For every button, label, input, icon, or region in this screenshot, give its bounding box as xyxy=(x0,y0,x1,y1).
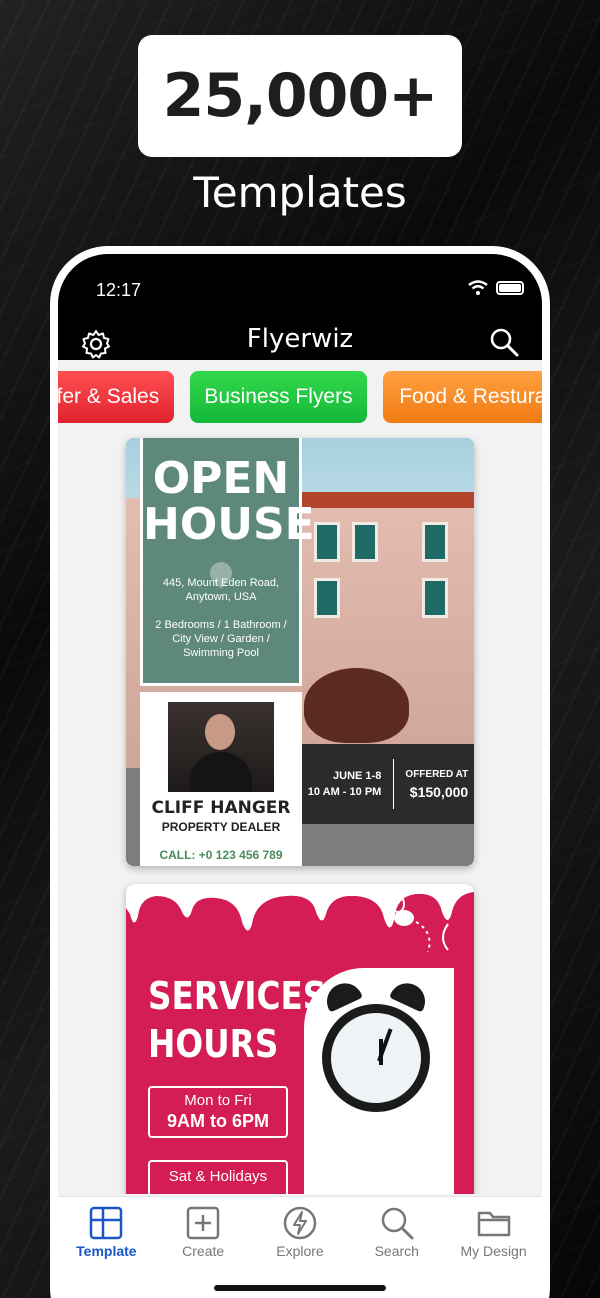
wifi-icon xyxy=(468,280,488,295)
category-chips: Offer & Sales Business Flyers Food & Res… xyxy=(58,371,542,423)
window-image xyxy=(314,522,340,562)
agent-panel: CLIFF HANGER PROPERTY DEALER CALL: +0 12… xyxy=(140,692,302,866)
window-image xyxy=(314,578,340,618)
category-chip-offer-sales[interactable]: Offer & Sales xyxy=(58,371,174,423)
agent-call: CALL: +0 123 456 789 xyxy=(159,848,283,862)
weekday-label: Mon to Fri xyxy=(184,1092,252,1109)
app-screen: 12:17 Flyerwiz fer & Sales Business Flye… xyxy=(58,254,542,1298)
app-title: Flyerwiz xyxy=(246,324,354,354)
open-house-panel: OPEN HOUSE 445, Mount Eden Road, Anytown… xyxy=(140,438,315,686)
open-house-features-3: Swimming Pool xyxy=(183,647,259,659)
status-time: 12:17 xyxy=(96,280,142,300)
services-title: SERVICES HOURS xyxy=(148,972,326,1068)
nav-label-search: Search xyxy=(374,1243,419,1259)
open-house-hours: 10 AM - 10 PM xyxy=(307,786,382,798)
open-house-title-1: OPEN xyxy=(152,453,290,504)
nav-item-template[interactable]: Template xyxy=(58,1205,154,1298)
app-header: 12:17 Flyerwiz xyxy=(58,254,542,360)
services-title-1: SERVICES xyxy=(148,974,327,1018)
weekday-hours-box: Mon to Fri 9AM to 6PM xyxy=(148,1086,288,1138)
bottom-nav: Template Create Explore Search My Design xyxy=(58,1196,542,1298)
nav-label-my-design: My Design xyxy=(460,1243,527,1259)
search-icon xyxy=(381,1207,414,1240)
promo-headline-box: 25,000+ xyxy=(138,35,462,157)
open-house-features-2: City View / Garden / xyxy=(172,633,270,645)
open-house-address-2: Anytown, USA xyxy=(185,591,257,603)
plus-square-icon xyxy=(186,1206,220,1240)
category-chip-food-restaurant[interactable]: Food & Resturant xyxy=(383,371,542,423)
open-house-info-bar: JUNE 1-8 10 AM - 10 PM OFFERED AT $150,0… xyxy=(302,744,474,824)
window-image xyxy=(422,522,448,562)
window-image xyxy=(352,522,378,562)
services-title-2: HOURS xyxy=(148,1022,279,1066)
nav-item-my-design[interactable]: My Design xyxy=(446,1205,542,1298)
weekend-hours-box: Sat & Holidays xyxy=(148,1160,288,1194)
template-card-services-hours[interactable]: SERVICES HOURS Mon to Fri 9AM to 6PM Sat… xyxy=(126,884,474,1194)
tree-image xyxy=(304,668,409,743)
open-house-date: JUNE 1-8 xyxy=(333,770,382,782)
status-icons xyxy=(468,280,524,296)
agent-name: CLIFF HANGER xyxy=(151,798,291,818)
open-house-features-1: 2 Bedrooms / 1 Bathroom / xyxy=(155,619,287,631)
search-icon[interactable] xyxy=(488,326,520,363)
folder-icon xyxy=(477,1211,510,1237)
template-card-open-house[interactable]: OPEN HOUSE 445, Mount Eden Road, Anytown… xyxy=(126,438,474,866)
battery-icon xyxy=(496,281,524,295)
nav-label-create: Create xyxy=(182,1243,225,1259)
agent-role: PROPERTY DEALER xyxy=(161,820,281,834)
nav-label-explore: Explore xyxy=(276,1243,324,1259)
open-house-title-2: HOUSE xyxy=(143,499,315,550)
window-image xyxy=(422,578,448,618)
promo-subheadline: Templates xyxy=(193,168,407,217)
offered-price: $150,000 xyxy=(409,783,469,800)
agent-photo xyxy=(168,702,274,792)
weekend-label: Sat & Holidays xyxy=(168,1168,268,1185)
roof-image xyxy=(296,492,474,508)
divider xyxy=(392,759,394,809)
alarm-clock-icon xyxy=(322,1004,430,1112)
lightning-icon xyxy=(283,1206,317,1240)
template-grid-icon xyxy=(90,1206,123,1240)
phone-frame: 12:17 Flyerwiz fer & Sales Business Flye… xyxy=(50,246,550,1298)
nav-label-template: Template xyxy=(76,1243,137,1259)
promo-headline: 25,000+ xyxy=(162,61,439,131)
home-indicator[interactable] xyxy=(214,1285,386,1291)
category-chip-business-flyers[interactable]: Business Flyers xyxy=(190,371,367,423)
bee-icon xyxy=(391,895,449,953)
weekday-hours: 9AM to 6PM xyxy=(166,1111,269,1131)
offered-label: OFFERED AT xyxy=(405,768,469,780)
template-feed[interactable]: OPEN HOUSE 445, Mount Eden Road, Anytown… xyxy=(58,434,542,1194)
